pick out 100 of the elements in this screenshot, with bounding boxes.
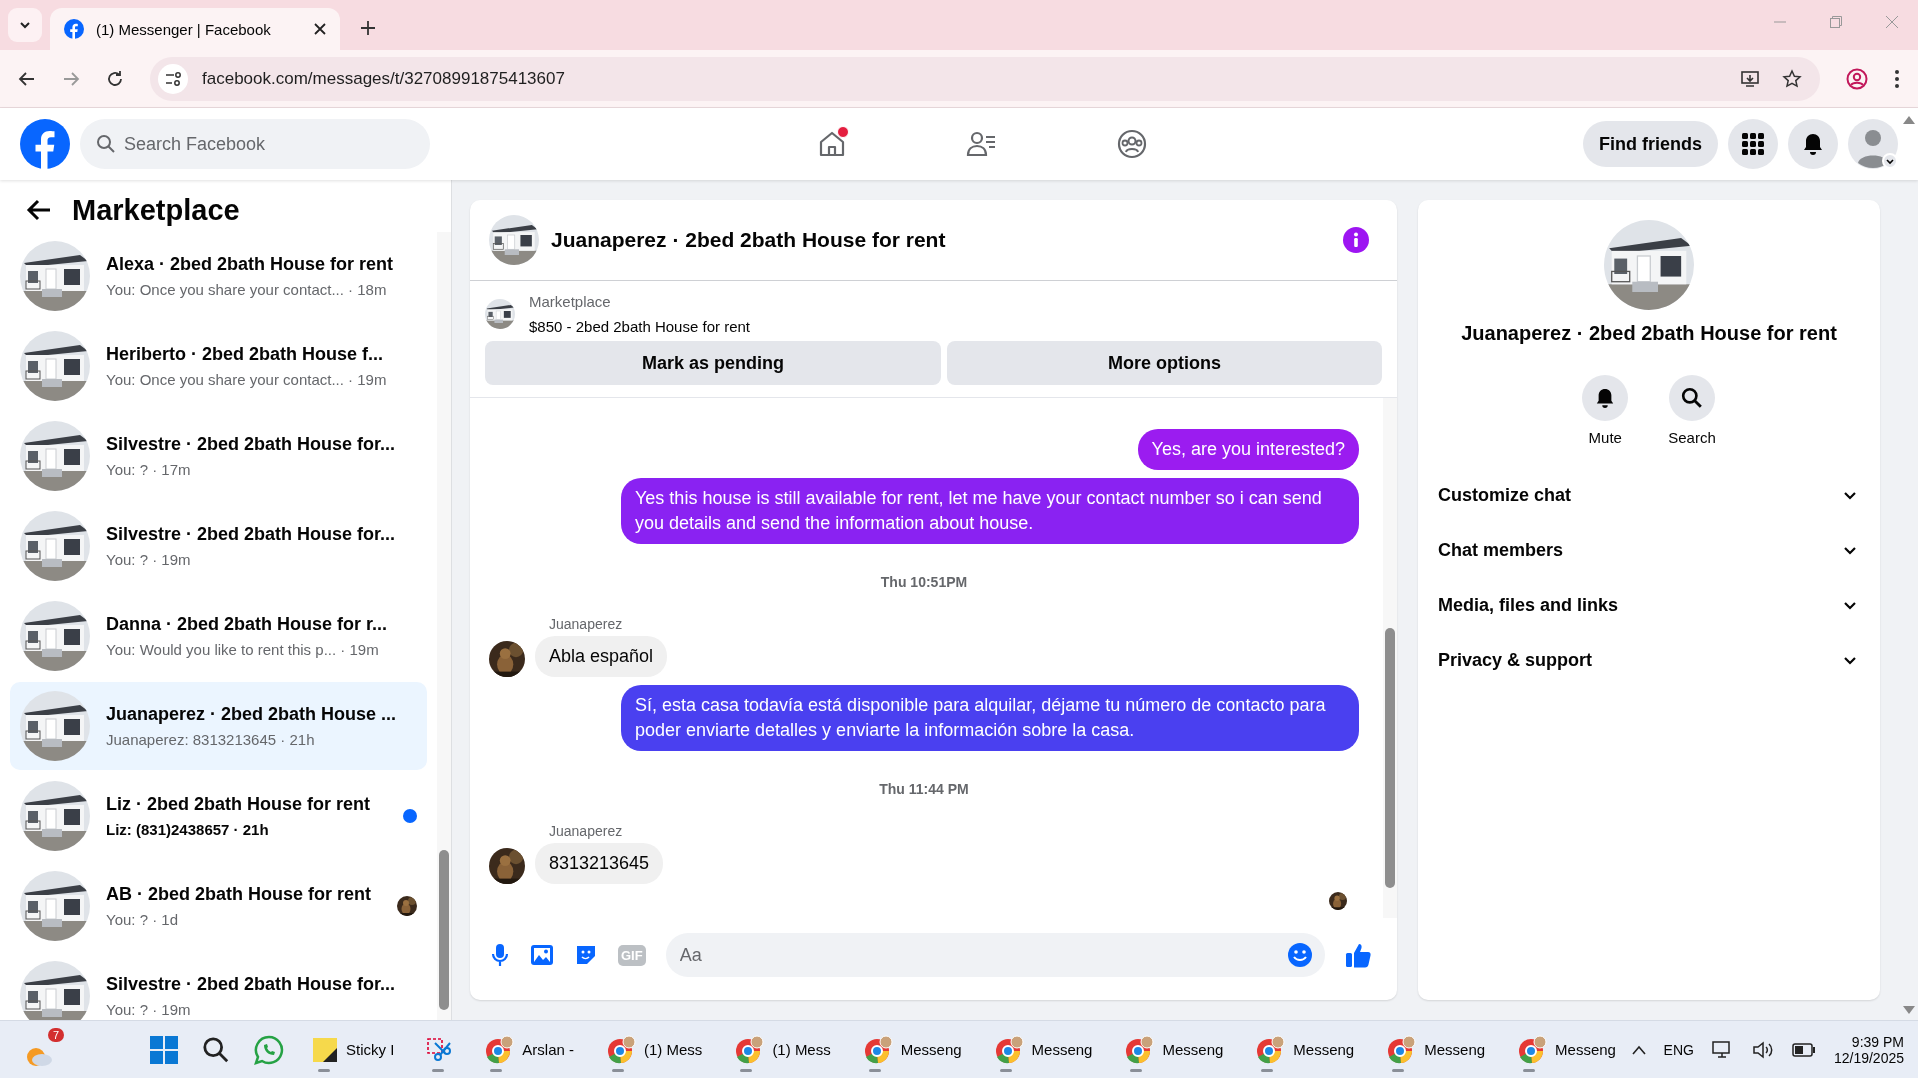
search-icon	[1681, 387, 1703, 409]
listing-title: $850 - 2bed 2bath House for rent	[529, 318, 750, 335]
close-icon[interactable]	[314, 23, 326, 35]
taskbar-app[interactable]: Messeng	[1251, 1025, 1359, 1074]
scrollbar[interactable]	[1383, 398, 1397, 918]
taskbar-app[interactable]: Messeng	[1120, 1025, 1228, 1074]
groups-icon	[1117, 129, 1147, 159]
message-preview: You: ? · 19m	[106, 1001, 192, 1018]
taskbar-app[interactable]: (1) Mess	[730, 1025, 835, 1074]
browser-icon	[1124, 1034, 1155, 1065]
conversation-item[interactable]: Alexa · 2bed 2bath House for rent You: Once you share your contact... · 18m	[10, 232, 427, 320]
taskbar-app[interactable]: Messeng	[1382, 1025, 1490, 1074]
browser-tab[interactable]: (1) Messenger | Facebook	[50, 8, 340, 50]
note-icon	[312, 1036, 338, 1063]
tab-search-button[interactable]	[8, 8, 42, 42]
message-preview: You: Once you share your contact... · 18m	[106, 281, 388, 298]
clock[interactable]: 9:39 PM 12/19/2025	[1833, 1033, 1904, 1066]
facebook-icon	[64, 19, 84, 39]
install-icon[interactable]	[1740, 68, 1760, 89]
conversation-item[interactable]: AB · 2bed 2bath House for rent You: ? · 1d	[10, 862, 427, 950]
conversation-title: Danna · 2bed 2bath House for r...	[106, 614, 389, 635]
sent-message: Yes, are you interested?	[1137, 429, 1359, 470]
friends-icon	[966, 129, 998, 159]
taskbar-app[interactable]: Arslan -	[480, 1025, 579, 1074]
emoji-icon[interactable]	[1287, 942, 1313, 968]
search-icon	[96, 134, 116, 154]
forward-icon[interactable]	[62, 69, 80, 88]
browser-icon	[1255, 1034, 1286, 1065]
conversation-item[interactable]: Silvestre · 2bed 2bath House for... You: ? · 19m	[10, 502, 427, 590]
notifications-button[interactable]	[1788, 119, 1838, 169]
timestamp: Thu 11:44 PM	[879, 781, 969, 797]
more-icon[interactable]	[1894, 68, 1900, 89]
scroll-up-icon[interactable]	[1903, 116, 1915, 124]
search-field[interactable]: Search Facebook	[80, 119, 430, 169]
listing-action-button[interactable]: Mark as pending	[485, 341, 942, 385]
profile-icon[interactable]	[1846, 67, 1868, 90]
menu-button[interactable]	[1728, 119, 1778, 169]
url-text: facebook.com/messages/t/32708991875413607	[202, 68, 565, 89]
back-icon[interactable]	[18, 69, 36, 88]
notification-badge: 7	[47, 1027, 64, 1042]
account-button[interactable]	[1848, 119, 1898, 169]
section-header[interactable]: Privacy & support	[1428, 633, 1870, 688]
conversation-item[interactable]: Danna · 2bed 2bath House for r... You: Would you like to rent this p... · 19m	[10, 592, 427, 680]
star-icon[interactable]	[1782, 68, 1802, 89]
site-settings-icon[interactable]	[158, 63, 188, 94]
message-field[interactable]: Aa	[665, 933, 1325, 977]
conversation-item[interactable]: Juanaperez · 2bed 2bath House ... Juanaperez: 8313213645 · 21h	[10, 682, 427, 770]
tab-title: (1) Messenger | Facebook	[96, 20, 272, 38]
chat-app-icon[interactable]	[254, 1034, 284, 1065]
sent-message: Sí, esta casa todavía está disponible para alquilar, déjame tu número de contacto para poder enviarte detalles y enviarte la información sobre la casa.	[621, 685, 1359, 751]
scissors-icon	[426, 1036, 453, 1063]
message-preview: You: ? · 1d	[106, 911, 179, 928]
taskbar-app[interactable]: Messeng	[1513, 1025, 1620, 1074]
weather-widget[interactable]: 7	[24, 1027, 64, 1068]
reload-icon[interactable]	[106, 69, 124, 88]
facebook-logo[interactable]	[20, 119, 70, 169]
conversation-title: AB · 2bed 2bath House for rent	[106, 884, 373, 905]
taskbar-app[interactable]: Messeng	[989, 1025, 1097, 1074]
search-icon[interactable]	[202, 1035, 230, 1064]
section-header[interactable]: Customize chat	[1428, 468, 1870, 523]
conversation-title: Silvestre · 2bed 2bath House for...	[106, 524, 397, 545]
info-icon[interactable]	[1343, 227, 1369, 253]
microphone-icon[interactable]	[490, 943, 510, 967]
battery-icon[interactable]	[1791, 1042, 1816, 1057]
listing-action-button[interactable]: More options	[947, 341, 1382, 385]
chevron-up-icon[interactable]	[1631, 1044, 1646, 1055]
back-icon[interactable]	[26, 199, 52, 221]
browser-icon	[606, 1034, 637, 1065]
language-indicator[interactable]: ENG	[1663, 1041, 1694, 1058]
scroll-down-icon[interactable]	[1903, 1006, 1915, 1014]
grid-icon	[1742, 133, 1764, 155]
volume-icon[interactable]	[1751, 1039, 1774, 1060]
listing-label: Marketplace	[529, 293, 612, 310]
conversation-item[interactable]: Silvestre · 2bed 2bath House for... You: ? · 17m	[10, 412, 427, 500]
new-tab-icon[interactable]	[360, 20, 376, 36]
sticker-icon[interactable]	[574, 943, 598, 967]
scrollbar[interactable]	[437, 232, 451, 1020]
bell-icon	[1802, 132, 1824, 156]
browser-icon	[484, 1034, 515, 1065]
sender-name: Juanaperez	[549, 823, 624, 839]
conversation-item[interactable]: Liz · 2bed 2bath House for rent Liz: (831)2438657 · 21h	[10, 772, 427, 860]
image-icon[interactable]	[530, 943, 554, 967]
taskbar-app[interactable]: Messeng	[858, 1025, 966, 1074]
taskbar-app[interactable]: Sticky I	[308, 1025, 399, 1074]
browser-icon	[734, 1034, 765, 1065]
conversation-item[interactable]: Heriberto · 2bed 2bath House f... You: Once you share your contact... · 19m	[10, 322, 427, 410]
address-bar[interactable]: facebook.com/messages/t/32708991875413607	[150, 56, 1820, 101]
conversation-title: Liz · 2bed 2bath House for rent	[106, 794, 372, 815]
windows-icon[interactable]	[150, 1035, 178, 1064]
section-header[interactable]: Media, files and links	[1428, 578, 1870, 633]
browser-icon	[1517, 1034, 1548, 1065]
conversation-title: Silvestre · 2bed 2bath House for...	[106, 974, 397, 995]
taskbar-app[interactable]: (1) Mess	[602, 1025, 707, 1074]
bell-icon	[1595, 387, 1616, 409]
browser-icon	[862, 1034, 893, 1065]
find-friends-button[interactable]: Find friends	[1583, 121, 1718, 167]
message-preview: Liz: (831)2438657 · 21h	[106, 821, 270, 838]
section-header[interactable]: Chat members	[1428, 523, 1870, 578]
timestamp: Thu 10:51PM	[880, 574, 968, 590]
thumbs-up-icon[interactable]	[1345, 941, 1373, 969]
